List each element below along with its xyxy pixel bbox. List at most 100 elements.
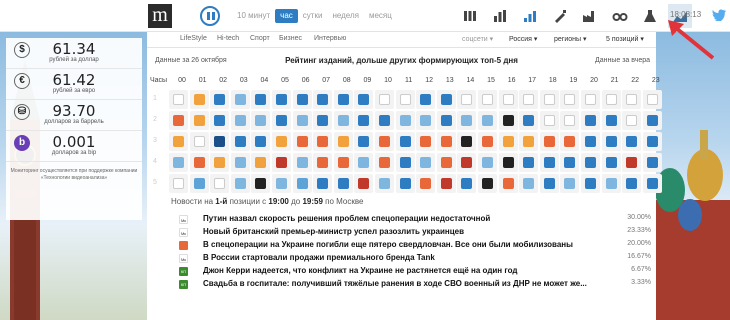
publisher-cell[interactable] xyxy=(375,132,394,151)
news-item[interactable]: Мк Путин назвал скорость решения проблем … xyxy=(179,214,651,227)
period-10min[interactable]: 10 минут xyxy=(232,9,275,23)
publisher-cell[interactable] xyxy=(581,153,600,172)
publisher-cell[interactable] xyxy=(622,174,642,193)
publisher-cell[interactable] xyxy=(333,153,353,172)
publisher-cell[interactable] xyxy=(642,111,662,130)
social-dropdown[interactable]: соцсети ▾ xyxy=(462,35,493,43)
publisher-cell[interactable] xyxy=(313,132,333,151)
news-title[interactable]: Джон Керри надеется, что конфликт на Укр… xyxy=(203,266,593,275)
logo[interactable]: m xyxy=(148,4,172,28)
news-title[interactable]: Новый британский премьер-министр успел р… xyxy=(203,227,593,236)
publisher-cell[interactable] xyxy=(436,90,456,109)
news-item[interactable]: Мк В России стартовали продажи премиально… xyxy=(179,253,651,266)
publisher-cell[interactable] xyxy=(601,174,621,193)
tab-business[interactable]: Бизнес xyxy=(279,35,302,42)
publisher-cell[interactable] xyxy=(457,174,477,193)
publisher-cell[interactable] xyxy=(478,111,497,130)
publisher-cell[interactable] xyxy=(498,174,518,193)
publisher-cell[interactable] xyxy=(189,111,209,130)
publisher-cell[interactable] xyxy=(478,90,497,109)
publisher-cell[interactable] xyxy=(251,90,271,109)
glasses-icon[interactable] xyxy=(612,8,628,24)
publisher-cell[interactable] xyxy=(416,90,436,109)
period-week[interactable]: неделя xyxy=(327,9,364,23)
publisher-cell[interactable] xyxy=(519,153,539,172)
publisher-cell[interactable] xyxy=(354,111,374,130)
publisher-cell[interactable] xyxy=(375,174,394,193)
publisher-cell[interactable] xyxy=(251,132,271,151)
publisher-cell[interactable] xyxy=(416,132,436,151)
publisher-cell[interactable] xyxy=(292,132,312,151)
publisher-cell[interactable] xyxy=(498,132,518,151)
brush-icon[interactable] xyxy=(552,8,568,24)
publisher-cell[interactable] xyxy=(622,153,642,172)
publisher-cell[interactable] xyxy=(539,90,559,109)
publisher-cell[interactable] xyxy=(354,174,374,193)
news-item[interactable]: Мк Новый британский премьер-министр успел… xyxy=(179,227,651,240)
positions-dropdown[interactable]: 5 позиций ▾ xyxy=(606,35,644,43)
publisher-cell[interactable] xyxy=(292,153,312,172)
publisher-cell[interactable] xyxy=(436,111,456,130)
publisher-cell[interactable] xyxy=(230,132,250,151)
publisher-cell[interactable] xyxy=(642,90,662,109)
publisher-cell[interactable] xyxy=(519,132,539,151)
flask-icon[interactable] xyxy=(642,8,658,24)
publisher-cell[interactable] xyxy=(539,111,559,130)
country-dropdown[interactable]: Россия ▾ xyxy=(509,35,537,43)
publisher-cell[interactable] xyxy=(622,90,642,109)
publisher-cell[interactable] xyxy=(601,111,621,130)
publisher-cell[interactable] xyxy=(416,111,436,130)
publisher-cell[interactable] xyxy=(478,132,497,151)
news-item[interactable]: В спецоперации на Украине погибли еще пя… xyxy=(179,240,651,253)
publisher-cell[interactable] xyxy=(189,90,209,109)
publisher-cell[interactable] xyxy=(457,153,477,172)
publisher-cell[interactable] xyxy=(395,153,415,172)
publisher-cell[interactable] xyxy=(457,90,477,109)
publisher-cell[interactable] xyxy=(333,111,353,130)
publisher-cell[interactable] xyxy=(251,153,271,172)
regions-dropdown[interactable]: регионы ▾ xyxy=(554,35,587,43)
publisher-cell[interactable] xyxy=(169,90,188,109)
bars-blue-icon[interactable] xyxy=(522,8,538,24)
publisher-cell[interactable] xyxy=(519,111,539,130)
bars-icon[interactable] xyxy=(492,8,508,24)
publisher-cell[interactable] xyxy=(601,90,621,109)
period-day[interactable]: сутки xyxy=(298,9,328,23)
publisher-cell[interactable] xyxy=(581,174,600,193)
publisher-cell[interactable] xyxy=(375,153,394,172)
publisher-cell[interactable] xyxy=(230,153,250,172)
publisher-cell[interactable] xyxy=(333,174,353,193)
publisher-cell[interactable] xyxy=(333,90,353,109)
pause-button[interactable] xyxy=(200,6,220,26)
publisher-cell[interactable] xyxy=(251,111,271,130)
publisher-cell[interactable] xyxy=(539,153,559,172)
publisher-cell[interactable] xyxy=(560,90,580,109)
publisher-cell[interactable] xyxy=(354,90,374,109)
publisher-cell[interactable] xyxy=(560,174,580,193)
publisher-cell[interactable] xyxy=(560,153,580,172)
publisher-cell[interactable] xyxy=(169,174,188,193)
publisher-cell[interactable] xyxy=(354,132,374,151)
grid-icon[interactable] xyxy=(462,8,478,24)
publisher-cell[interactable] xyxy=(601,132,621,151)
yesterday-link[interactable]: Данные за вчера xyxy=(595,57,650,64)
news-item[interactable]: КП Свадьба в госпитале: получивший тяжёлы… xyxy=(179,279,651,292)
publisher-cell[interactable] xyxy=(436,174,456,193)
publisher-cell[interactable] xyxy=(189,153,209,172)
publisher-cell[interactable] xyxy=(210,90,230,109)
publisher-cell[interactable] xyxy=(457,111,477,130)
publisher-cell[interactable] xyxy=(395,132,415,151)
news-title[interactable]: В России стартовали продажи премиального… xyxy=(203,253,593,262)
publisher-cell[interactable] xyxy=(375,111,394,130)
publisher-cell[interactable] xyxy=(354,153,374,172)
publisher-cell[interactable] xyxy=(498,153,518,172)
publisher-cell[interactable] xyxy=(210,111,230,130)
publisher-cell[interactable] xyxy=(169,153,188,172)
publisher-cell[interactable] xyxy=(272,153,291,172)
publisher-cell[interactable] xyxy=(189,174,209,193)
publisher-cell[interactable] xyxy=(230,174,250,193)
publisher-cell[interactable] xyxy=(189,132,209,151)
news-title[interactable]: Путин назвал скорость решения проблем сп… xyxy=(203,214,593,223)
publisher-cell[interactable] xyxy=(210,153,230,172)
publisher-cell[interactable] xyxy=(539,132,559,151)
